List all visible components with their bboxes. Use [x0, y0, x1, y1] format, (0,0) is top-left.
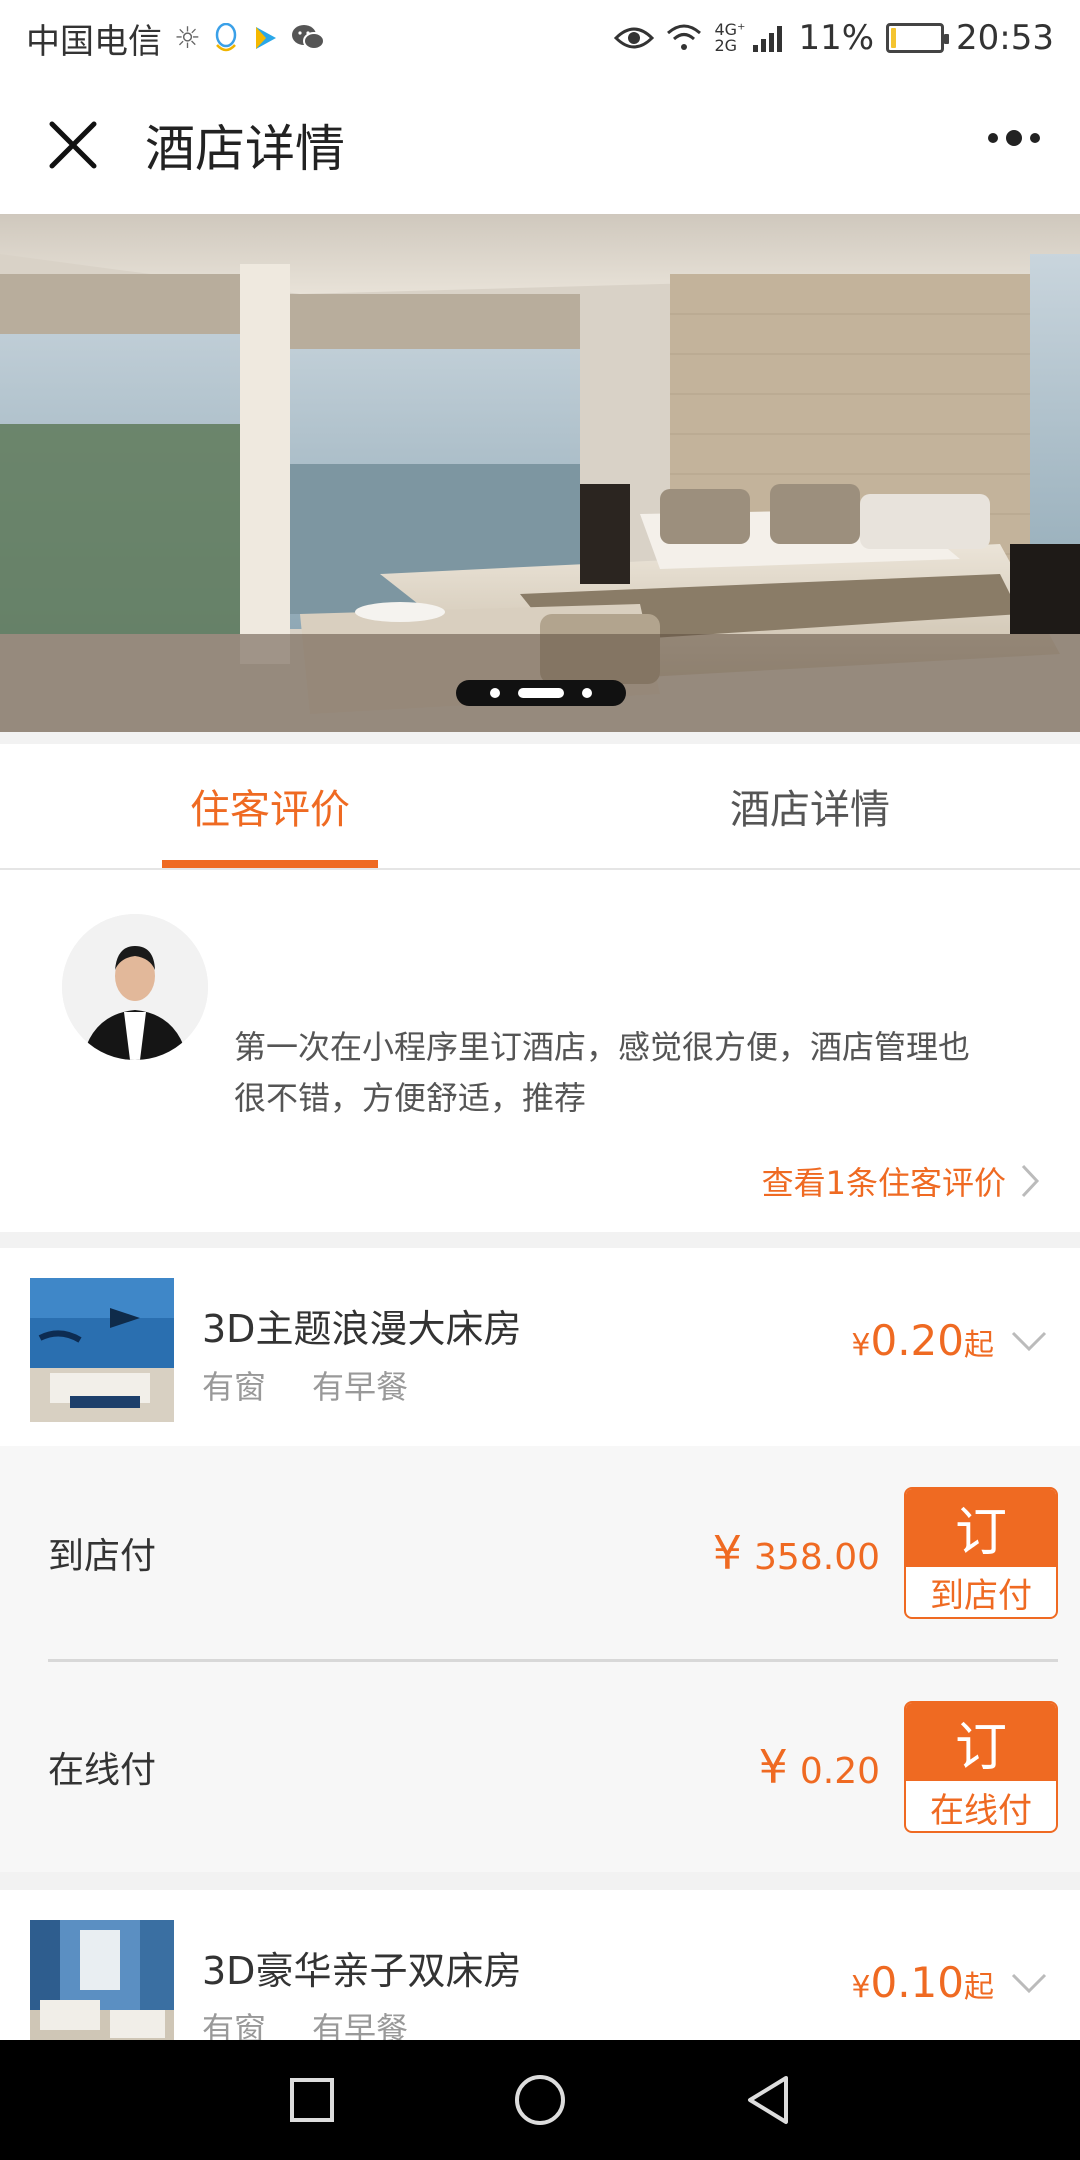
currency-symbol: ¥ — [712, 1525, 743, 1580]
payment-price: ¥ 0.20 — [759, 1740, 880, 1794]
view-reviews-label: 查看1条住客评价 — [761, 1164, 1006, 1202]
room-name: 3D主题浪漫大床房 — [202, 1307, 522, 1351]
price-value: 0.10 — [870, 1958, 964, 2007]
payment-option-pay-online: 在线付 ¥ 0.20 订 在线付 — [48, 1659, 1058, 1872]
more-button[interactable] — [988, 130, 1040, 146]
room-starting-price: ¥ 0.20 起 — [851, 1316, 994, 1365]
tab-hotel-details[interactable]: 酒店详情 — [540, 744, 1080, 868]
carousel-indicator — [456, 680, 626, 706]
book-pay-online-button[interactable]: 订 在线付 — [904, 1701, 1058, 1833]
chevron-down-icon[interactable] — [1010, 1330, 1048, 1352]
payment-option-pay-at-hotel: 到店付 ¥ 358.00 订 到店付 — [48, 1446, 1058, 1659]
screen: 中国电信 ☼ 4G⁺ 2G 11% 20:53 酒店详情 住客评价 酒店详情 第… — [0, 0, 1080, 2160]
nav-bar: 酒店详情 — [0, 76, 1080, 214]
wifi-icon — [667, 24, 702, 50]
avatar — [62, 914, 208, 1060]
room-tag: 有早餐 — [312, 1368, 409, 1406]
view-reviews-link[interactable]: 查看1条住客评价 — [762, 1158, 1040, 1204]
currency-symbol: ¥ — [758, 1740, 788, 1794]
currency-symbol: ¥ — [851, 1328, 871, 1363]
carousel-dot-active — [518, 688, 564, 698]
room-tag: 有窗 — [202, 1368, 267, 1406]
back-button[interactable] — [744, 2074, 792, 2126]
price-suffix: 起 — [964, 1970, 994, 2005]
carrier-label: 中国电信 — [26, 21, 162, 62]
hotel-photo-carousel[interactable] — [0, 214, 1080, 732]
eye-icon — [614, 27, 655, 49]
page-title: 酒店详情 — [145, 120, 345, 178]
chevron-down-icon[interactable] — [1010, 1972, 1048, 1994]
more-dot-icon — [1030, 133, 1040, 143]
carousel-dot — [582, 688, 592, 698]
system-nav-bar — [0, 2040, 1080, 2160]
price-value: 0.20 — [870, 1316, 964, 1365]
wechat-icon — [291, 25, 325, 50]
payment-label: 在线付 — [48, 1750, 157, 1791]
price-suffix: 起 — [964, 1328, 994, 1363]
signal-icon — [753, 26, 783, 52]
room-tags: 有窗 有早餐 — [202, 1362, 408, 1408]
room-photo — [30, 1278, 174, 1422]
tab-guest-reviews[interactable]: 住客评价 — [0, 744, 540, 868]
review-text: 第一次在小程序里订酒店，感觉很方便，酒店管理也很不错，方便舒适，推荐 — [234, 1028, 971, 1117]
room-header[interactable]: 3D主题浪漫大床房 有窗 有早餐 ¥ 0.20 起 — [0, 1248, 1080, 1446]
room-card: 3D主题浪漫大床房 有窗 有早餐 ¥ 0.20 起 到店付 ¥ 358.00 订 — [0, 1248, 1080, 1872]
tab-bar: 住客评价 酒店详情 — [0, 744, 1080, 870]
tab-active-underline — [162, 860, 378, 868]
payment-label: 到店付 — [48, 1535, 157, 1577]
price-value: 358.00 — [754, 1536, 880, 1578]
currency-symbol: ¥ — [851, 1970, 871, 2005]
recent-apps-button[interactable] — [288, 2076, 336, 2124]
home-button[interactable] — [513, 2073, 567, 2127]
battery-icon — [886, 23, 950, 53]
room-thumbnail — [30, 1278, 174, 1422]
more-dot-icon — [988, 133, 998, 143]
payment-options: 到店付 ¥ 358.00 订 到店付 在线付 ¥ 0.20 订 在线付 — [0, 1446, 1080, 1872]
room-starting-price: ¥ 0.10 起 — [851, 1958, 994, 2007]
reviewer-photo — [62, 914, 208, 1060]
qq-icon — [215, 23, 237, 52]
book-label: 订 — [906, 1488, 1056, 1567]
battery-level — [891, 28, 897, 48]
close-button[interactable] — [0, 76, 145, 214]
review-section: 第一次在小程序里订酒店，感觉很方便，酒店管理也很不错，方便舒适，推荐 查看1条住… — [0, 870, 1080, 1232]
book-method-label: 在线付 — [930, 1790, 1032, 1831]
room-name: 3D豪华亲子双床房 — [202, 1949, 522, 1993]
payment-price: ¥ 358.00 — [713, 1526, 880, 1580]
close-icon — [49, 121, 96, 169]
book-pay-at-hotel-button[interactable]: 订 到店付 — [904, 1486, 1058, 1619]
book-method-label: 到店付 — [930, 1576, 1032, 1616]
chevron-right-icon — [1021, 1164, 1040, 1198]
video-play-icon — [255, 27, 276, 49]
brightness-icon: ☼ — [174, 20, 201, 56]
hotel-room-photo — [0, 214, 1080, 732]
tab-label: 住客评价 — [190, 787, 350, 833]
clock: 20:53 — [956, 18, 1054, 58]
more-dot-icon — [1006, 130, 1022, 146]
book-label: 订 — [906, 1703, 1056, 1781]
tab-label: 酒店详情 — [730, 787, 890, 833]
network-type-label: 4G⁺ 2G — [714, 20, 746, 55]
battery-percent: 11% — [798, 18, 875, 58]
price-value: 0.20 — [799, 1751, 880, 1792]
status-bar: 中国电信 ☼ 4G⁺ 2G 11% 20:53 — [0, 0, 1080, 76]
carousel-dot — [490, 688, 500, 698]
